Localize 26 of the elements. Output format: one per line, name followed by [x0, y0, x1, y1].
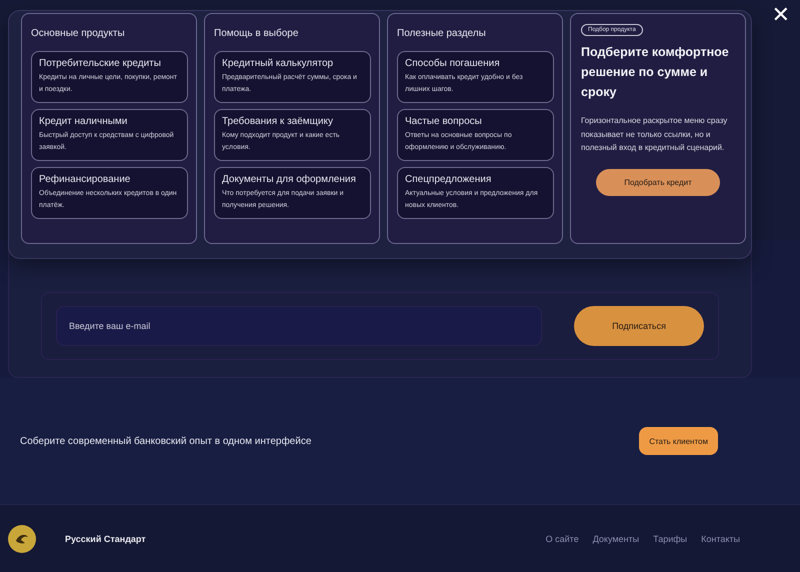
column-title: Полезные разделы: [397, 28, 487, 39]
logo-icon: [7, 524, 37, 554]
footer-link[interactable]: Документы: [592, 534, 640, 544]
close-button[interactable]: ✕: [766, 2, 796, 29]
card-title: Документы для оформления: [222, 174, 357, 185]
card-title: Требования к заёмщику: [222, 116, 334, 127]
promo-title: Подберите комфортное решение по сумме и сроку: [581, 44, 730, 101]
card-title: Потребительские кредиты: [39, 58, 162, 69]
brand-name: Русский Стандарт: [65, 534, 147, 544]
card-title: Рефинансирование: [39, 174, 132, 185]
card-title: Кредитный калькулятор: [222, 58, 334, 69]
card-title: Кредит наличными: [39, 116, 128, 127]
email-field[interactable]: Введите ваш e-mail: [56, 306, 542, 346]
subscribe-button[interactable]: Подписаться: [574, 306, 704, 346]
promo-text: Горизонтальное раскрытое меню сразу показывает не только ссылки, но и полезный вход в кредитный сценарий.: [581, 115, 728, 154]
footer-link[interactable]: О сайте: [546, 534, 579, 544]
footer-link[interactable]: Тарифы: [653, 534, 688, 544]
card-title: Частые вопросы: [405, 116, 483, 127]
promo-button[interactable]: Подобрать кредит: [596, 168, 720, 196]
card-title: Способы погашения: [405, 58, 501, 69]
cta-button[interactable]: Стать клиентом: [639, 427, 718, 455]
column-title: Помощь в выборе: [214, 28, 300, 39]
card-title: Спецпредложения: [405, 174, 492, 185]
cta-text: Соберите современный банковский опыт в одном интерфейсе: [20, 436, 312, 446]
column-title: Основные продукты: [31, 28, 126, 39]
footer-link[interactable]: Контакты: [701, 534, 740, 544]
